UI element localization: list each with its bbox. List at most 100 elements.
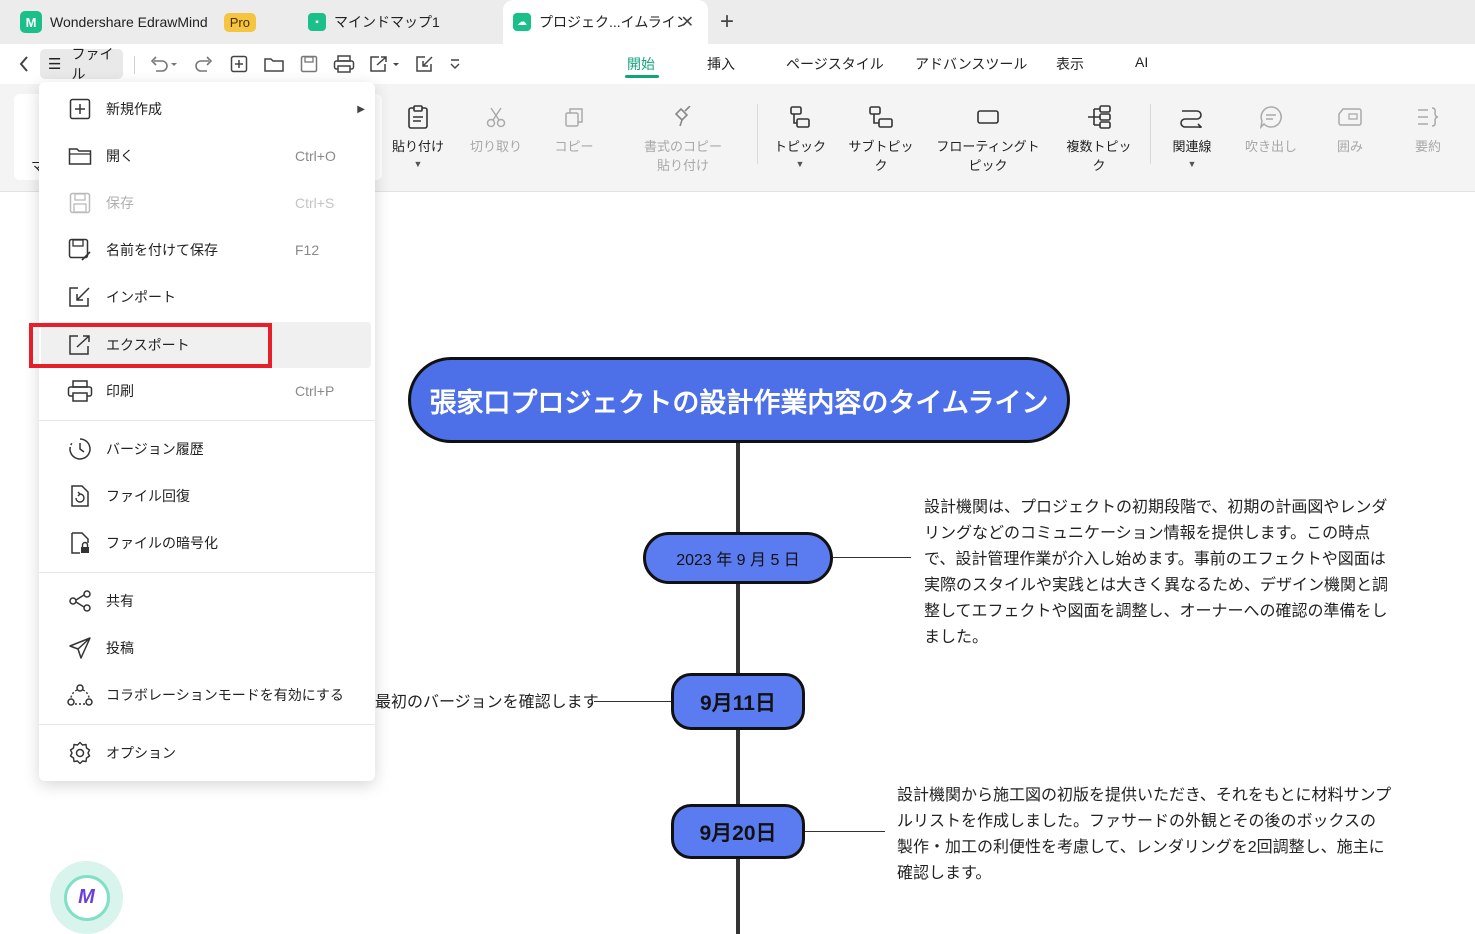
edrawmind-logo-icon: M — [20, 11, 42, 33]
connector-line — [833, 557, 911, 558]
import-icon — [67, 284, 93, 310]
cloud-doc-icon: ☁ — [513, 13, 531, 31]
undo-icon[interactable] — [146, 52, 180, 76]
save-shortcut: Ctrl+S — [295, 195, 335, 211]
export-dropdown-icon[interactable] — [368, 52, 402, 76]
save-disk-icon — [67, 190, 93, 216]
menu-item-save-label: 保存 — [106, 195, 134, 211]
topic-button[interactable]: トピック ▼ — [774, 104, 826, 169]
timeline-note-1[interactable]: 設計機関は、プロジェクトの初期段階で、初期の計画図やレンダリングなどのコミュニケ… — [924, 495, 1389, 651]
mindmap-doc-icon: ▪ — [308, 13, 326, 31]
menu-item-save[interactable]: 保存 Ctrl+S — [39, 183, 375, 223]
tab-mindmap1[interactable]: ▪ マインドマップ1 — [308, 0, 440, 44]
timeline-note-2[interactable]: 最初のバージョンを確認します — [375, 690, 599, 716]
scissors-icon — [483, 104, 509, 130]
share-icon — [67, 588, 93, 614]
topic-caret-icon[interactable]: ▼ — [796, 159, 805, 169]
multi-topic-icon — [1086, 104, 1112, 130]
callout-button[interactable]: 吹き出し — [1240, 104, 1302, 155]
menu-item-post[interactable]: 投稿 — [39, 628, 375, 668]
relation-line-button[interactable]: 関連線 ▼ — [1166, 104, 1218, 169]
paper-plane-icon — [67, 635, 93, 661]
menu-item-file-recovery[interactable]: ファイル回復 — [39, 476, 375, 516]
summary-button[interactable]: 要約 — [1402, 104, 1454, 155]
cut-button[interactable]: 切り取り — [470, 104, 522, 155]
menu-item-file-encrypt[interactable]: ファイルの暗号化 — [39, 523, 375, 563]
menu-item-import[interactable]: インポート — [39, 277, 375, 317]
save-as-shortcut: F12 — [295, 242, 320, 258]
timeline-note-3[interactable]: 設計機関から施工図の初版を提供いただき、それをもとに材料サンプルリストを作成しま… — [897, 783, 1392, 887]
tab-view[interactable]: 表示 — [1056, 54, 1084, 74]
edrawmind-window: M Wondershare EdrawMind Pro ▪ マインドマップ1 ☁… — [0, 0, 1475, 934]
redo-icon[interactable] — [192, 52, 216, 76]
main-topic[interactable]: 張家口プロジェクトの設計作業内容のタイムライン — [408, 357, 1070, 443]
menu-item-collaboration[interactable]: コラボレーションモードを有効にする — [39, 675, 375, 715]
tab-project-timeline[interactable]: ☁ プロジェク...イムライン ✕ — [503, 0, 708, 44]
connector-line — [805, 831, 885, 832]
format-painter-button[interactable]: 書式のコピー 貼り付け — [640, 104, 726, 174]
file-dropdown-menu: 新規作成 ▶ 開く Ctrl+O 保存 Ctrl+S 名前を付けて保存 F12 … — [39, 82, 375, 781]
more-quick-tools-icon[interactable] — [446, 52, 464, 76]
menu-item-new[interactable]: 新規作成 ▶ — [39, 89, 375, 129]
menu-item-collaboration-label: コラボレーションモードを有効にする — [106, 687, 344, 703]
submenu-arrow-icon: ▶ — [357, 103, 365, 115]
menu-item-share[interactable]: 共有 — [39, 581, 375, 621]
menu-divider — [39, 724, 375, 725]
menu-toolbar: ☰ ファイル 開始 挿入 ページスタイル アドバンスツール 表示 AI — [0, 44, 1475, 84]
ai-logo-icon: M — [63, 874, 110, 921]
app-tab[interactable]: M Wondershare EdrawMind Pro — [20, 0, 256, 44]
new-file-icon[interactable] — [228, 52, 250, 76]
print-shortcut: Ctrl+P — [295, 383, 335, 399]
folder-icon — [67, 143, 93, 169]
file-menu-button[interactable]: ☰ ファイル — [40, 46, 123, 82]
floating-topic-label: フローティングトピック — [936, 139, 1040, 173]
close-tab-icon[interactable]: ✕ — [681, 12, 694, 32]
copy-button[interactable]: コピー — [548, 104, 600, 155]
tab-mindmap1-label: マインドマップ1 — [334, 14, 440, 30]
relation-caret-icon[interactable]: ▼ — [1188, 159, 1197, 169]
menu-item-file-encrypt-label: ファイルの暗号化 — [106, 535, 218, 551]
timeline-node-date3[interactable]: 9月20日 — [671, 804, 805, 859]
tab-ai[interactable]: AI — [1135, 54, 1148, 70]
tab-page-style[interactable]: ページスタイル — [786, 54, 884, 74]
open-folder-icon[interactable] — [262, 52, 286, 76]
multi-topic-button[interactable]: 複数トピック — [1062, 104, 1136, 174]
menu-item-open[interactable]: 開く Ctrl+O — [39, 136, 375, 176]
menu-divider — [39, 572, 375, 573]
timeline-node-date1[interactable]: 2023 年 9 月 5 日 — [643, 532, 833, 584]
paste-button[interactable]: 貼り付け ▼ — [392, 104, 444, 169]
timeline-node-date2[interactable]: 9月11日 — [671, 673, 805, 730]
file-recovery-icon — [67, 483, 93, 509]
paste-caret-icon[interactable]: ▼ — [414, 159, 423, 169]
boundary-icon — [1337, 104, 1363, 130]
clipboard-icon — [405, 104, 431, 130]
back-icon[interactable] — [14, 52, 34, 76]
menu-item-save-as[interactable]: 名前を付けて保存 F12 — [39, 230, 375, 270]
ai-assistant-button[interactable]: M — [50, 861, 123, 934]
floating-topic-icon — [975, 104, 1001, 130]
file-lock-icon — [67, 530, 93, 556]
save-icon[interactable] — [298, 52, 320, 76]
boundary-button[interactable]: 囲み — [1324, 104, 1376, 155]
import-icon[interactable] — [414, 52, 436, 76]
print-icon[interactable] — [332, 52, 356, 76]
title-tab-bar: M Wondershare EdrawMind Pro ▪ マインドマップ1 ☁… — [0, 0, 1475, 44]
menu-item-options[interactable]: オプション — [39, 733, 375, 773]
menu-item-open-label: 開く — [106, 148, 134, 164]
floating-topic-button[interactable]: フローティングトピック — [930, 104, 1046, 174]
tab-start[interactable]: 開始 — [627, 54, 655, 74]
subtopic-button[interactable]: サブトピック — [848, 104, 914, 174]
boundary-label: 囲み — [1336, 139, 1363, 154]
menu-item-version-history[interactable]: バージョン履歴 — [39, 429, 375, 469]
menu-item-version-history-label: バージョン履歴 — [106, 441, 204, 457]
menu-item-print[interactable]: 印刷 Ctrl+P — [39, 371, 375, 411]
ribbon-divider — [1150, 104, 1151, 164]
new-tab-button[interactable]: + — [720, 8, 734, 36]
export-highlight-box — [29, 323, 272, 368]
copy-label: コピー — [554, 139, 594, 154]
tab-insert[interactable]: 挿入 — [707, 54, 735, 74]
subtopic-icon — [868, 104, 894, 130]
pro-badge[interactable]: Pro — [223, 12, 256, 32]
menu-item-save-as-label: 名前を付けて保存 — [106, 242, 218, 258]
tab-advanced-tools[interactable]: アドバンスツール — [915, 54, 1027, 74]
